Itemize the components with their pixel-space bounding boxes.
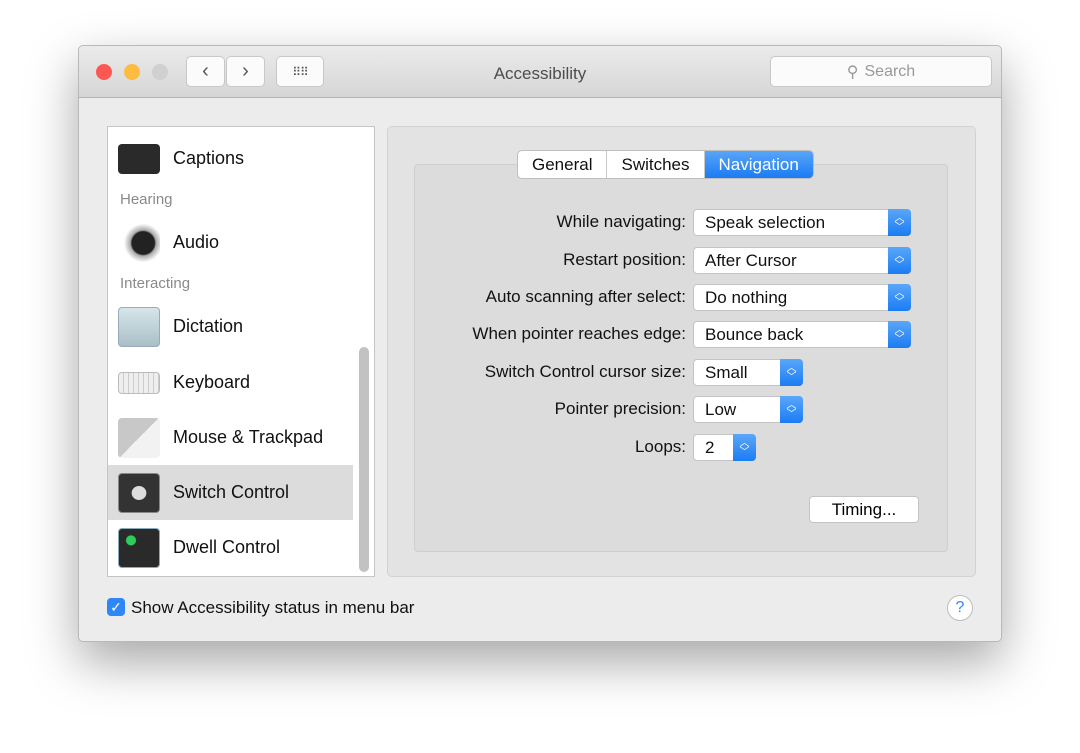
title-bar: ‹ › ⠿⠿ Accessibility ⚲ Search	[79, 46, 1001, 98]
search-icon: ⚲	[846, 63, 859, 81]
setting-popup[interactable]: After Cursor ︿ ﹀	[693, 247, 911, 274]
show-status-label: Show Accessibility status in menu bar	[131, 598, 415, 617]
updown-chevron-icon: ︿ ﹀	[780, 359, 803, 386]
setting-popup[interactable]: 2 ︿ ﹀	[693, 434, 756, 461]
section-header-hearing: Hearing	[120, 191, 173, 208]
setting-popup[interactable]: Low ︿ ﹀	[693, 396, 803, 423]
sidebar-list: Captions Hearing Audio Interacting Dicta…	[107, 126, 375, 577]
setting-label: Auto scanning after select:	[485, 287, 686, 306]
search-field[interactable]: ⚲ Search	[770, 56, 992, 87]
updown-chevron-icon: ︿ ﹀	[888, 247, 911, 274]
tab-navigation[interactable]: Navigation	[704, 151, 813, 178]
item-label: Switch Control	[173, 482, 290, 502]
popup-value: Speak selection	[705, 212, 826, 232]
window: ‹ › ⠿⠿ Accessibility ⚲ Search Captions He…	[78, 45, 1002, 642]
updown-chevron-icon: ︿ ﹀	[733, 434, 756, 461]
popup-value: Small	[705, 362, 748, 382]
popup-value: Do nothing	[705, 287, 788, 307]
setting-popup[interactable]: Do nothing ︿ ﹀	[693, 284, 911, 311]
captions-icon	[118, 143, 160, 174]
sidebar-item-captions[interactable]: Captions	[108, 131, 353, 186]
popup-value: Bounce back	[705, 324, 804, 344]
setting-label: Pointer precision:	[554, 399, 686, 418]
tab-general[interactable]: General	[518, 151, 608, 178]
setting-label: When pointer reaches edge:	[472, 324, 686, 343]
search-placeholder: Search	[864, 62, 916, 80]
updown-chevron-icon: ︿ ﹀	[888, 284, 911, 311]
setting-label: Restart position:	[563, 250, 686, 269]
sidebar-item-dwell-control[interactable]: Dwell Control	[108, 520, 353, 575]
updown-chevron-icon: ︿ ﹀	[780, 396, 803, 423]
setting-popup[interactable]: Bounce back ︿ ﹀	[693, 321, 911, 348]
popup-value: 2	[705, 437, 715, 457]
checkmark-icon: ✓	[110, 598, 122, 615]
popup-value: Low	[705, 399, 737, 419]
tab-bar: General Switches Navigation	[517, 150, 814, 179]
item-label: Dwell Control	[173, 537, 281, 557]
setting-popup[interactable]: Small ︿ ﹀	[693, 359, 803, 386]
setting-label: Loops:	[634, 437, 686, 456]
dwell-control-icon	[118, 527, 160, 568]
updown-chevron-icon: ︿ ﹀	[888, 209, 911, 236]
updown-chevron-icon: ︿ ﹀	[888, 321, 911, 348]
setting-label: While navigating:	[556, 212, 686, 231]
switch-control-icon	[118, 472, 160, 513]
setting-label: Switch Control cursor size:	[484, 362, 686, 381]
item-label: Captions	[173, 148, 245, 168]
sidebar-item-switch-control[interactable]: Switch Control	[108, 465, 353, 520]
help-button[interactable]: ?	[947, 595, 973, 621]
show-status-checkbox[interactable]: ✓	[107, 598, 125, 616]
timing-button[interactable]: Timing...	[809, 496, 919, 523]
tab-switches[interactable]: Switches	[607, 151, 705, 178]
popup-value: After Cursor	[705, 250, 797, 270]
setting-popup[interactable]: Speak selection ︿ ﹀	[693, 209, 911, 236]
